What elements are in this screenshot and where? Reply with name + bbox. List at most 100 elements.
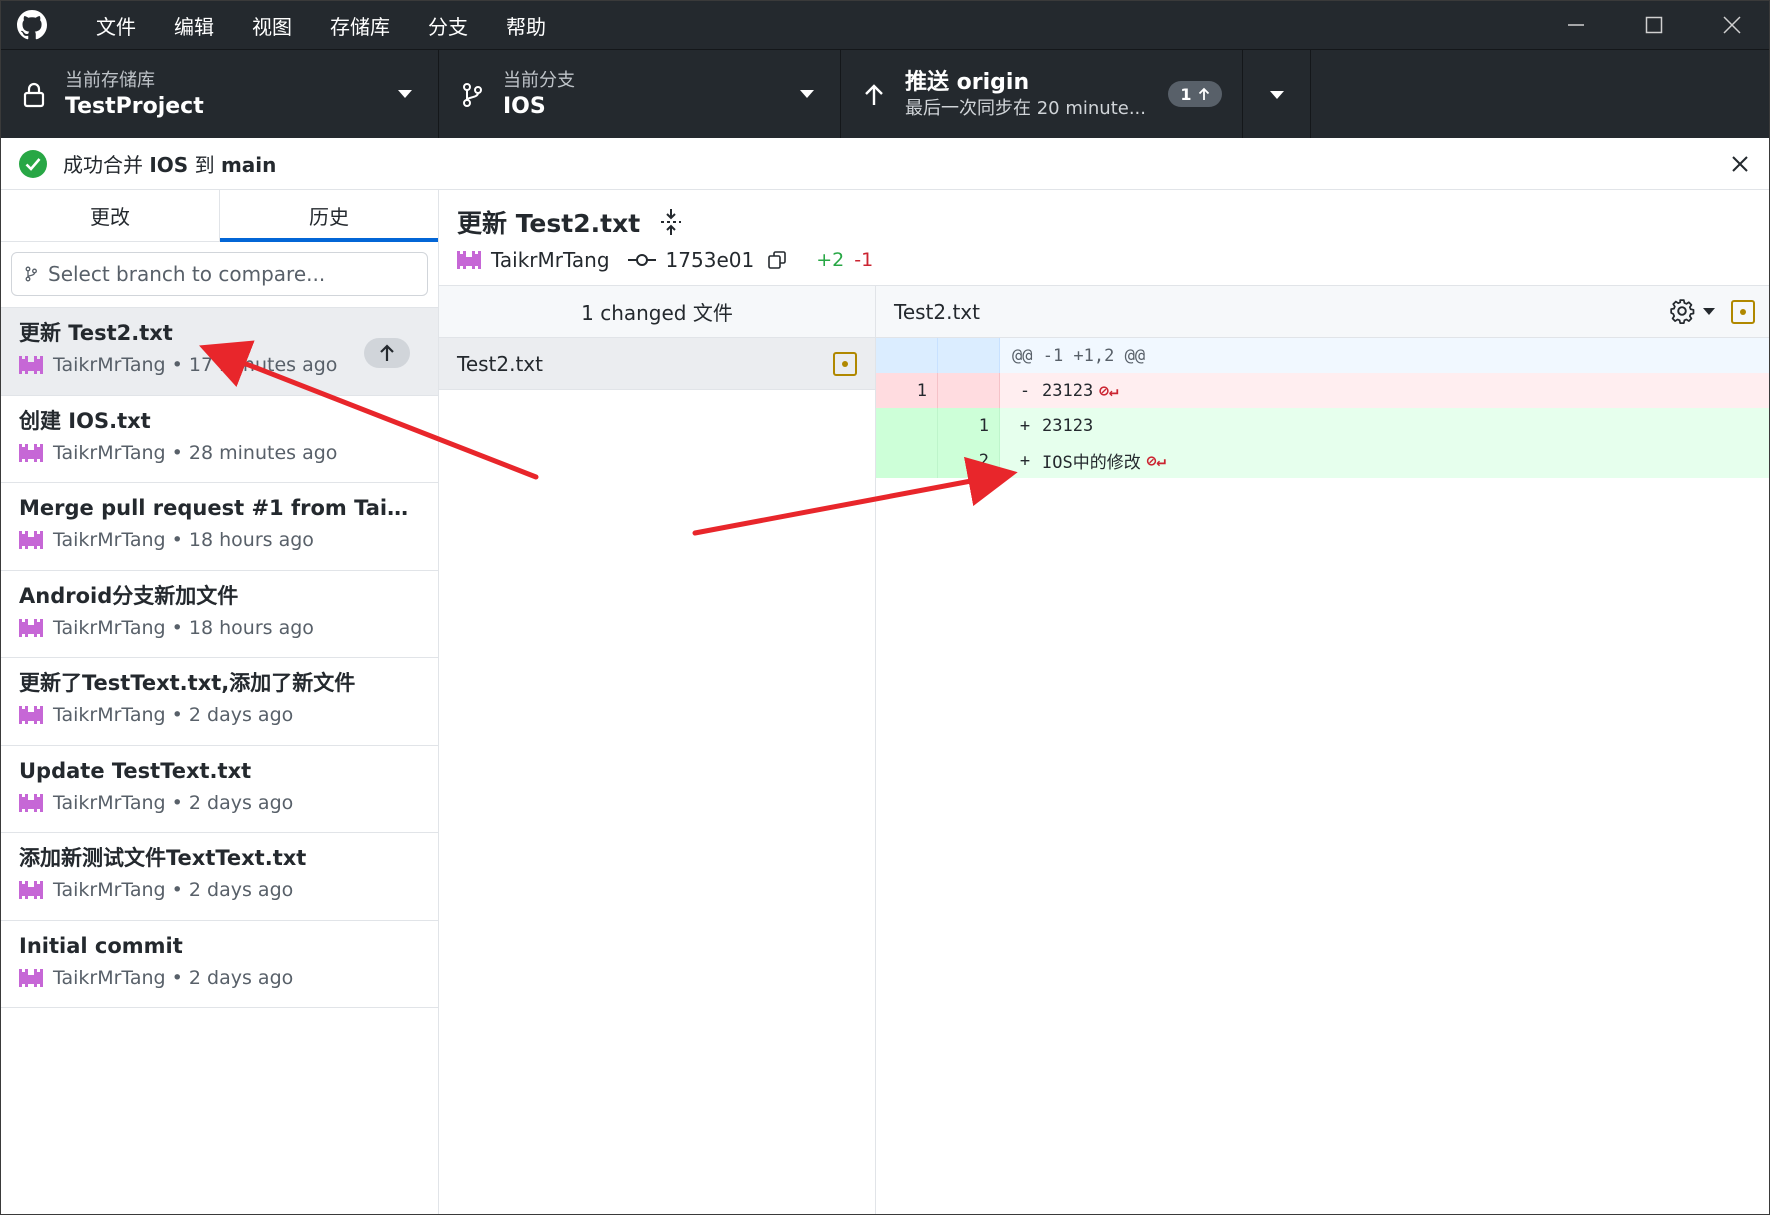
file-list-item[interactable]: Test2.txt bbox=[439, 338, 875, 390]
new-line-number: 1 bbox=[938, 408, 1000, 443]
dismiss-banner-button[interactable] bbox=[1727, 151, 1753, 177]
chevron-down-icon bbox=[1269, 90, 1284, 99]
no-newline-icon: ⊘↵ bbox=[1146, 451, 1166, 470]
lines-added-count: +2 bbox=[816, 249, 845, 271]
avatar bbox=[19, 618, 43, 637]
avatar bbox=[19, 443, 43, 462]
copy-sha-icon[interactable] bbox=[768, 251, 787, 269]
meta-separator: • bbox=[165, 529, 189, 551]
menu-edit[interactable]: 编辑 bbox=[155, 1, 233, 49]
commit-item[interactable]: Android分支新加文件 TaikrMrTang • 18 hours ago bbox=[1, 571, 438, 658]
commit-time: 2 days ago bbox=[188, 879, 294, 901]
commit-author: TaikrMrTang bbox=[53, 791, 166, 814]
commit-time: 2 days ago bbox=[188, 704, 294, 726]
repository-name: TestProject bbox=[65, 93, 204, 119]
menu-file[interactable]: 文件 bbox=[77, 1, 155, 49]
compare-branch-input[interactable]: Select branch to compare... bbox=[11, 252, 428, 296]
banner-from-branch: IOS bbox=[149, 153, 189, 177]
diff-line-added[interactable]: 2 + IOS中的修改 ⊘↵ bbox=[876, 443, 1769, 478]
repository-label: 当前存储库 bbox=[65, 69, 155, 91]
commit-item[interactable]: 创建 IOS.txt TaikrMrTang • 28 minutes ago bbox=[1, 396, 438, 483]
file-name: Test2.txt bbox=[457, 351, 543, 376]
new-line-number bbox=[938, 373, 1000, 408]
commit-author: TaikrMrTang bbox=[53, 616, 166, 639]
close-icon bbox=[1723, 16, 1741, 34]
avatar bbox=[457, 251, 481, 269]
github-logo-icon bbox=[17, 9, 49, 41]
current-repository-button[interactable]: 当前存储库 TestProject bbox=[1, 50, 439, 139]
diff-line-deleted[interactable]: 1 - 23123 ⊘↵ bbox=[876, 373, 1769, 408]
expand-description-icon[interactable] bbox=[658, 208, 684, 236]
minimize-icon bbox=[1568, 24, 1584, 26]
commit-author: TaikrMrTang bbox=[491, 248, 610, 272]
diff-sign: + bbox=[1019, 415, 1031, 436]
meta-separator: • bbox=[165, 354, 189, 376]
file-modified-icon bbox=[1731, 300, 1755, 324]
maximize-button[interactable] bbox=[1615, 1, 1693, 49]
commit-title: Android分支新加文件 bbox=[19, 583, 239, 608]
changed-files-panel: 1 changed 文件 Test2.txt bbox=[439, 286, 876, 1214]
title-bar: 文件 编辑 视图 存储库 分支 帮助 bbox=[1, 1, 1769, 49]
commit-author: TaikrMrTang bbox=[53, 879, 166, 901]
commit-title: 更新了TestText.txt,添加了新文件 bbox=[19, 671, 356, 695]
maximize-icon bbox=[1645, 16, 1663, 34]
commit-time: 17 minutes ago bbox=[188, 354, 338, 376]
tab-history[interactable]: 历史 bbox=[220, 190, 438, 242]
commit-author: TaikrMrTang bbox=[53, 354, 166, 376]
diff-line-added[interactable]: 1 + 23123 bbox=[876, 408, 1769, 443]
last-sync-text: 最后一次同步在 20 minute... bbox=[905, 97, 1146, 119]
toolbar: 当前存储库 TestProject 当前分支 IOS 推送 origin 最后一… bbox=[1, 49, 1769, 139]
menu-help[interactable]: 帮助 bbox=[487, 1, 565, 49]
menu-branch[interactable]: 分支 bbox=[409, 1, 487, 49]
close-window-button[interactable] bbox=[1693, 1, 1769, 49]
commit-item[interactable]: 添加新测试文件TextText.txt TaikrMrTang • 2 days… bbox=[1, 833, 438, 921]
commit-title: 更新 Test2.txt bbox=[19, 321, 173, 345]
commit-sha: 1753e01 bbox=[665, 248, 755, 272]
sidebar-tabs: 更改 历史 bbox=[1, 190, 438, 242]
current-branch-button[interactable]: 当前分支 IOS bbox=[439, 50, 841, 139]
push-options-dropdown[interactable] bbox=[1243, 50, 1311, 139]
commit-title: Merge pull request #1 from TaikrM... bbox=[19, 496, 419, 520]
arrow-up-icon bbox=[380, 344, 394, 361]
commit-item[interactable]: 更新 Test2.txt TaikrMrTang • 17 minutes ag… bbox=[1, 308, 438, 396]
commit-summary-header: 更新 Test2.txt TaikrMrTang 1753e01 +2 -1 bbox=[439, 190, 1769, 286]
diff-hunk-header: @@ -1 +1,2 @@ bbox=[876, 338, 1769, 373]
avatar bbox=[19, 793, 43, 812]
diff-file-name: Test2.txt bbox=[894, 299, 980, 324]
push-origin-button[interactable]: 推送 origin 最后一次同步在 20 minute... 1 bbox=[841, 50, 1243, 139]
commit-item[interactable]: 更新了TestText.txt,添加了新文件 TaikrMrTang • 2 d… bbox=[1, 658, 438, 746]
tab-changes[interactable]: 更改 bbox=[1, 190, 220, 241]
commit-time: 2 days ago bbox=[188, 966, 294, 989]
menu-view[interactable]: 视图 bbox=[233, 1, 311, 49]
commit-item[interactable]: Initial commit TaikrMrTang • 2 days ago bbox=[1, 921, 438, 1008]
commit-item[interactable]: Merge pull request #1 from TaikrM... Tai… bbox=[1, 483, 438, 571]
compare-placeholder: Select branch to compare... bbox=[48, 262, 326, 286]
banner-to-branch: main bbox=[220, 153, 277, 177]
diff-sign: + bbox=[1019, 450, 1031, 471]
diff-code: IOS中的修改 bbox=[1042, 453, 1141, 473]
menu-repository[interactable]: 存储库 bbox=[311, 1, 409, 49]
diff-code: 23123 bbox=[1042, 415, 1094, 436]
avatar bbox=[19, 706, 43, 724]
old-line-number: 1 bbox=[876, 373, 938, 408]
close-icon bbox=[1732, 156, 1748, 172]
commit-title: 创建 IOS.txt bbox=[19, 408, 151, 433]
commit-author: TaikrMrTang bbox=[53, 966, 166, 989]
hunk-text: @@ -1 +1,2 @@ bbox=[1012, 345, 1146, 366]
commit-title: 添加新测试文件TextText.txt bbox=[19, 846, 307, 870]
push-count-badge: 1 bbox=[1168, 81, 1222, 107]
meta-separator: • bbox=[165, 704, 189, 726]
diff-panel: Test2.txt @@ -1 +1,2 @@ 1 - 23123 ⊘↵ 1 + bbox=[876, 286, 1769, 1214]
file-modified-icon bbox=[833, 352, 857, 376]
branch-label: 当前分支 bbox=[503, 69, 575, 91]
commit-item[interactable]: Update TestText.txt TaikrMrTang • 2 days… bbox=[1, 746, 438, 833]
commit-summary-title: 更新 Test2.txt bbox=[457, 209, 641, 238]
unpushed-commit-indicator bbox=[364, 338, 410, 368]
avatar bbox=[19, 968, 43, 987]
github-desktop-window: 文件 编辑 视图 存储库 分支 帮助 当前存储库 TestProject 当前分… bbox=[0, 0, 1770, 1215]
merge-success-banner: 成功合并 IOS 到 main bbox=[1, 138, 1769, 190]
minimize-button[interactable] bbox=[1537, 1, 1615, 49]
diff-settings-button[interactable] bbox=[1669, 298, 1715, 324]
commit-time: 18 hours ago bbox=[188, 529, 314, 551]
